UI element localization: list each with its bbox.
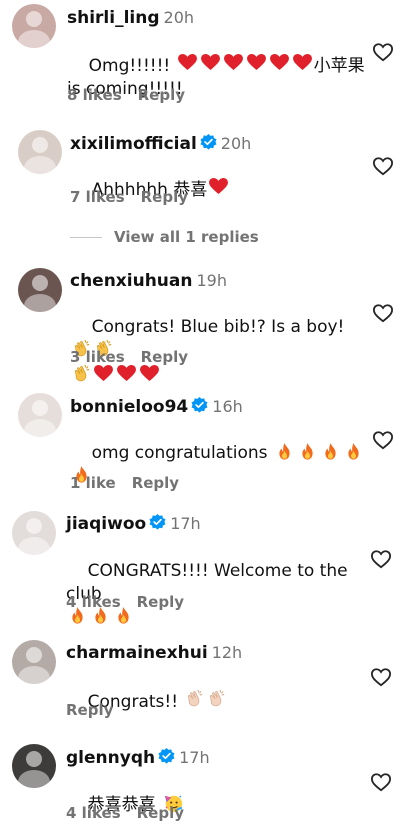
username[interactable]: bonnieloo94 [70, 397, 188, 417]
red-heart-emoji [117, 365, 136, 382]
verified-badge-icon [191, 397, 208, 414]
timestamp: 17h [179, 748, 210, 767]
username[interactable]: charmainexhui [66, 643, 208, 663]
red-heart-emoji [94, 365, 113, 382]
reply-button[interactable]: Reply [141, 348, 188, 366]
divider-line [70, 237, 102, 238]
likes-count[interactable]: 8 likes [67, 86, 122, 104]
reply-button[interactable]: Reply [66, 701, 113, 719]
fire-emoji [346, 443, 361, 460]
clapping-hands-emoji [207, 689, 225, 707]
verified-badge-icon [158, 748, 175, 765]
timestamp: 19h [196, 271, 228, 290]
likes-count[interactable]: 4 likes [66, 804, 121, 822]
avatar[interactable] [18, 130, 62, 174]
timestamp: 17h [170, 514, 201, 533]
like-heart-icon[interactable] [372, 430, 394, 450]
fire-emoji [277, 443, 292, 460]
clapping-hands-emoji [72, 364, 90, 382]
reply-button[interactable]: Reply [132, 474, 179, 492]
like-heart-icon[interactable] [372, 303, 394, 323]
comment-text: Omg!!!!!! 小苹果 is coming!!!!! [67, 54, 365, 99]
likes-count[interactable]: 4 likes [66, 593, 121, 611]
fire-emoji [323, 443, 338, 460]
username[interactable]: xixilimofficial [70, 134, 197, 154]
reply-button[interactable]: Reply [141, 188, 188, 206]
red-heart-emoji [224, 54, 243, 71]
timestamp: 20h [220, 134, 252, 153]
timestamp: 16h [212, 397, 243, 416]
red-heart-emoji [270, 54, 289, 71]
like-heart-icon[interactable] [372, 156, 394, 176]
red-heart-emoji [209, 178, 228, 195]
red-heart-emoji [140, 365, 159, 382]
username[interactable]: jiaqiwoo [66, 514, 146, 534]
red-heart-emoji [178, 54, 197, 71]
avatar[interactable] [12, 4, 56, 48]
reply-button[interactable]: Reply [138, 86, 185, 104]
likes-count[interactable]: 3 likes [70, 348, 125, 366]
avatar[interactable] [12, 511, 56, 555]
reply-button[interactable]: Reply [137, 593, 184, 611]
fire-emoji [300, 443, 315, 460]
username[interactable]: shirli_ling [67, 8, 160, 28]
timestamp: 12h [211, 643, 243, 662]
username[interactable]: chenxiuhuan [70, 271, 193, 291]
red-heart-emoji [247, 54, 266, 71]
view-replies-link[interactable]: View all 1 replies [70, 228, 259, 246]
red-heart-emoji [201, 54, 220, 71]
likes-count[interactable]: 7 likes [70, 188, 125, 206]
avatar[interactable] [12, 640, 56, 684]
red-heart-emoji [293, 54, 312, 71]
like-heart-icon[interactable] [370, 772, 392, 792]
clapping-hands-emoji [185, 689, 203, 707]
avatar[interactable] [18, 268, 62, 312]
verified-badge-icon [200, 134, 217, 151]
like-heart-icon[interactable] [370, 667, 392, 687]
comment-text: omg congratulations [70, 419, 370, 511]
verified-badge-icon [149, 514, 166, 531]
likes-count[interactable]: 1 like [70, 474, 116, 492]
reply-button[interactable]: Reply [137, 804, 184, 822]
like-heart-icon[interactable] [370, 549, 392, 569]
avatar[interactable] [12, 744, 56, 788]
avatar[interactable] [18, 393, 62, 437]
like-heart-icon[interactable] [372, 42, 394, 62]
timestamp: 20h [163, 8, 195, 27]
username[interactable]: glennyqh [66, 748, 155, 768]
